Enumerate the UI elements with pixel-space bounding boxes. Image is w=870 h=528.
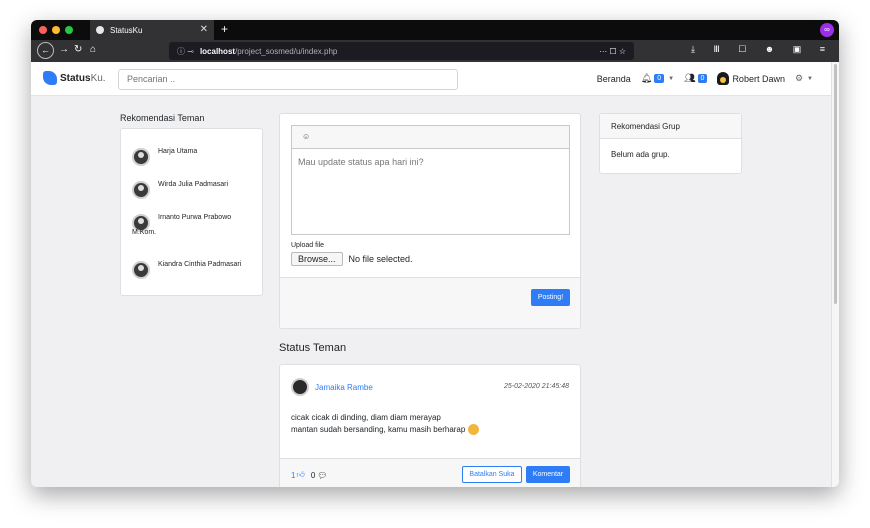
friend-recommendations-card: Harja Utama Wirda Julia Padmasari Irnant… — [120, 128, 263, 296]
friend-request-count-badge: 0 — [697, 74, 708, 83]
friend-name: Irnanto Purwa Prabowo — [158, 214, 232, 221]
file-status: No file selected. — [348, 254, 413, 264]
reload-button[interactable]: ↻ — [74, 44, 82, 55]
brand-suffix: Ku. — [90, 72, 106, 84]
friend-name-suffix: M.Kom. — [132, 229, 157, 236]
avatar — [132, 181, 150, 199]
post-card: Jamaika Rambe 25-02-2020 21:45:48 cicak … — [279, 364, 581, 487]
post-line: mantan sudah bersanding, kamu masih berh… — [291, 425, 466, 434]
address-bar[interactable]: ⓘ ⊸ localhost /project_sosmed/u/index.ph… — [169, 42, 634, 60]
friend-requests-menu[interactable]: 👥︎ 0 — [684, 73, 708, 84]
web-page: Status Ku. Pencarian .. Beranda 🔔︎ 0 ▼ 👥… — [31, 62, 839, 487]
comment-button[interactable]: Komentar — [526, 466, 570, 483]
author-name[interactable]: Jamaika Rambe — [315, 383, 373, 392]
site-brand[interactable]: Status Ku. — [43, 71, 106, 85]
private-browsing-icon: ∞ — [820, 23, 834, 37]
toolbar-actions-icon[interactable]: ⤓ Ⅲ ☐ ☻ ▣ ≡ — [691, 44, 833, 55]
post-author[interactable]: Jamaika Rambe — [291, 378, 373, 396]
site-favicon-icon — [96, 26, 104, 34]
search-input[interactable]: Pencarian .. — [118, 69, 458, 90]
avatar — [291, 378, 309, 396]
home-link[interactable]: Beranda — [597, 74, 631, 84]
upload-label: Upload file — [291, 242, 325, 249]
comment-count: 0 — [310, 470, 316, 480]
emoji-icon — [467, 424, 479, 436]
notifications-menu[interactable]: 🔔︎ 0 ▼ — [641, 73, 674, 84]
avatar — [132, 148, 150, 166]
site-info-icon[interactable]: ⓘ ⊸ — [177, 46, 194, 57]
group-recommendations-title: Rekomendasi Grup — [600, 114, 741, 139]
post-footer: 1 👍︎ 0 💬︎ Batalkan Suka Komentar — [280, 458, 580, 487]
user-name: Robert Dawn — [732, 73, 785, 84]
status-editor[interactable]: ☺ Mau update status apa hari ini? — [291, 125, 570, 235]
brand-logo-icon — [43, 71, 57, 85]
file-input[interactable]: Browse... No file selected. — [291, 252, 413, 266]
post-stats: 1 👍︎ 0 💬︎ — [291, 470, 327, 480]
home-icon[interactable]: ⌂ — [90, 44, 96, 55]
page-actions-icon[interactable]: ··· ☐ ☆ — [599, 47, 626, 56]
scrollbar-thumb[interactable] — [834, 64, 837, 304]
composer-footer: Posting! — [280, 277, 580, 328]
friend-name-continued: M.Kom. — [132, 226, 156, 236]
friend-item[interactable]: Wirda Julia Padmasari — [132, 176, 228, 199]
page-scrollbar[interactable] — [831, 62, 839, 487]
tab-bar: StatusKu ✕ + ∞ — [31, 20, 839, 40]
post-button[interactable]: Posting! — [531, 289, 570, 306]
chevron-down-icon: ▼ — [668, 75, 675, 82]
friends-status-title: Status Teman — [279, 342, 347, 354]
gear-icon: ⚙ — [794, 73, 804, 83]
avatar — [717, 72, 730, 85]
post-date: 25-02-2020 21:45:48 — [504, 383, 569, 390]
friend-recommendations-title: Rekomendasi Teman — [120, 113, 205, 123]
unlike-button[interactable]: Batalkan Suka — [462, 466, 522, 483]
chevron-down-icon: ▼ — [807, 75, 813, 82]
settings-menu[interactable]: ⚙ ▼ — [795, 73, 813, 84]
status-composer-card: ☺ Mau update status apa hari ini? Upload… — [279, 113, 581, 329]
emoji-picker-icon[interactable]: ☺ — [302, 132, 310, 141]
nav-links: Beranda 🔔︎ 0 ▼ 👥︎ 0 Robert Dawn ⚙ ▼ — [587, 72, 813, 85]
tab-title: StatusKu — [110, 25, 143, 35]
group-recommendations-card: Rekomendasi Grup Belum ada grup. — [599, 113, 742, 174]
close-tab-icon[interactable]: ✕ — [200, 24, 208, 35]
friend-name: Harja Utama — [158, 148, 198, 155]
post-body: cicak cicak di dinding, diam diam meraya… — [291, 412, 571, 436]
notification-count-badge: 0 — [654, 74, 665, 83]
close-window-button[interactable] — [39, 26, 47, 34]
browser-window: StatusKu ✕ + ∞ ← → ↻ ⌂ ⓘ ⊸ localhost /pr… — [31, 20, 839, 487]
friend-name: Wirda Julia Padmasari — [158, 181, 229, 188]
browser-toolbar: ← → ↻ ⌂ ⓘ ⊸ localhost /project_sosmed/u/… — [31, 40, 839, 62]
browse-button[interactable]: Browse... — [291, 252, 343, 266]
friend-item[interactable]: Harja Utama — [132, 143, 197, 166]
status-textarea[interactable]: Mau update status apa hari ini? — [292, 149, 569, 175]
url-host: localhost — [199, 46, 236, 56]
url-path: /project_sosmed/u/index.php — [235, 46, 338, 56]
brand-name: Status — [60, 72, 91, 84]
back-button[interactable]: ← — [37, 42, 54, 59]
forward-button[interactable]: → — [59, 44, 69, 55]
user-menu[interactable]: Robert Dawn — [717, 72, 785, 85]
minimize-window-button[interactable] — [52, 26, 60, 34]
no-groups-message: Belum ada grup. — [611, 150, 670, 159]
users-icon: 👥︎ — [684, 73, 696, 83]
site-navbar: Status Ku. Pencarian .. Beranda 🔔︎ 0 ▼ 👥… — [31, 62, 831, 96]
friend-item[interactable]: Kiandra Cinthia Padmasari — [132, 256, 241, 279]
maximize-window-button[interactable] — [65, 26, 73, 34]
avatar — [132, 261, 150, 279]
friend-name: Kiandra Cinthia Padmasari — [158, 261, 242, 268]
post-line: cicak cicak di dinding, diam diam meraya… — [291, 413, 441, 422]
editor-toolbar: ☺ — [292, 126, 569, 149]
tab-statusku[interactable]: StatusKu ✕ — [90, 20, 214, 40]
bell-icon: 🔔︎ — [640, 73, 653, 83]
like-count: 1 — [291, 470, 296, 480]
new-tab-button[interactable]: + — [221, 22, 228, 36]
thumbs-up-icon: 👍︎ — [296, 470, 305, 479]
comments-icon: 💬︎ — [317, 470, 328, 480]
